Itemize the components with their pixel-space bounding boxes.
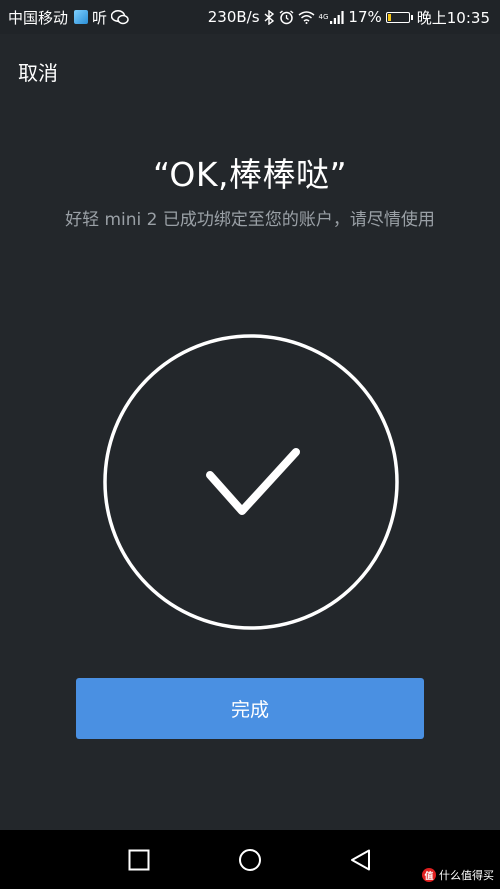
cancel-button[interactable]: 取消	[18, 57, 58, 86]
back-icon[interactable]	[349, 848, 373, 872]
status-right: 230B/s 4G 17% 晚上10:35	[208, 7, 490, 28]
battery-body	[385, 11, 410, 23]
navigation-bar: 值 什么值得买	[0, 830, 500, 889]
status-left: 中国移动 听	[8, 7, 129, 28]
carrier-name: 中国移动	[8, 8, 69, 27]
watermark-text: 什么值得买	[439, 869, 494, 882]
browser-icon	[74, 10, 89, 24]
listen-app-text: 听	[92, 8, 108, 27]
watermark-logo: 值	[422, 868, 436, 882]
alarm-icon	[279, 9, 294, 25]
battery-icon	[385, 11, 413, 23]
recent-apps-icon[interactable]	[127, 848, 151, 872]
network-type: 4G	[318, 12, 329, 21]
home-icon[interactable]	[238, 848, 262, 872]
checkmark-circle-icon	[103, 334, 399, 630]
done-button[interactable]: 完成	[76, 678, 424, 739]
battery-percent: 17%	[348, 8, 382, 26]
done-button-label: 完成	[230, 699, 269, 721]
signal-icon	[330, 10, 345, 24]
watermark: 值 什么值得买	[422, 867, 494, 883]
status-bar: 中国移动 听 230B/s 4G 17% 晚上10:35	[0, 0, 500, 34]
wifi-icon	[298, 10, 315, 24]
battery-level-fill	[387, 13, 391, 21]
page-subtitle: 好轻 mini 2 已成功绑定至您的账户，请尽情使用	[65, 210, 435, 230]
battery-tip	[410, 14, 413, 20]
page-title: “OK,棒棒哒”	[152, 155, 348, 194]
bluetooth-icon	[264, 9, 275, 25]
network-speed: 230B/s	[207, 8, 260, 26]
clock: 晚上10:35	[416, 8, 490, 27]
wechat-icon	[111, 9, 129, 25]
